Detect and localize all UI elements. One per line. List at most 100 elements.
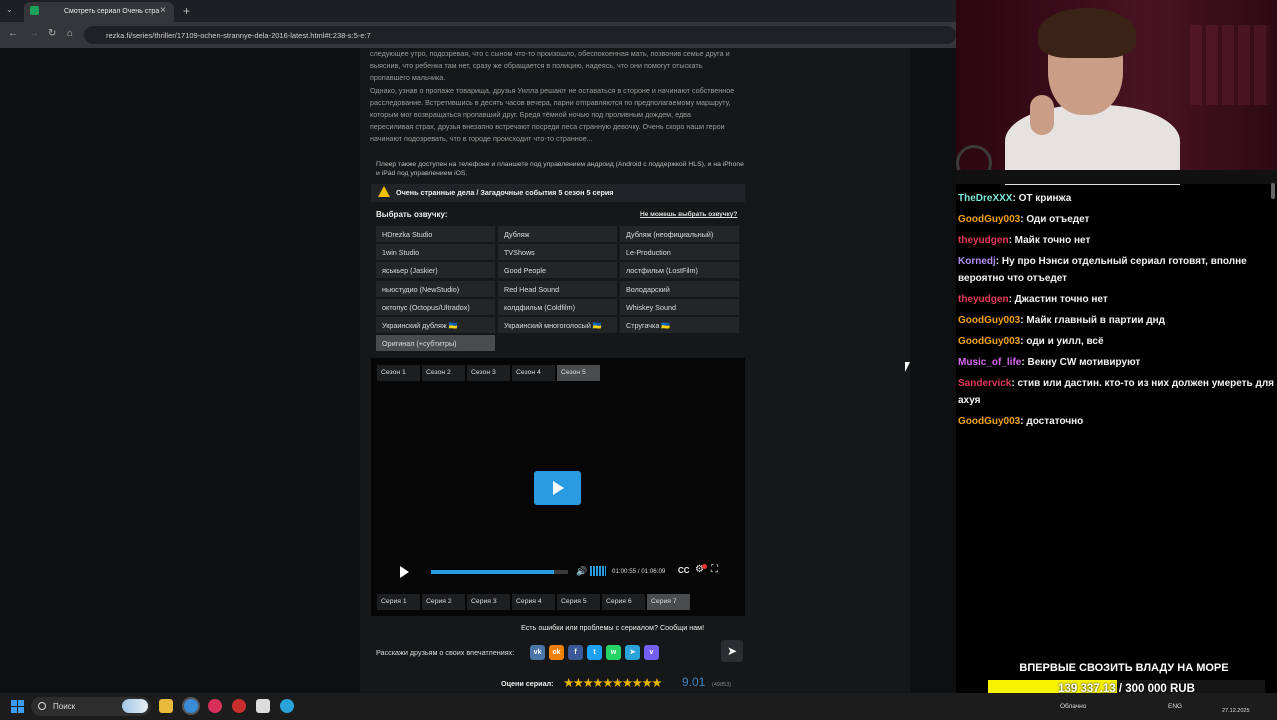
chat-text: : Майк точно нет	[1008, 235, 1091, 246]
chat-text: : оди и уилл, всё	[1020, 336, 1104, 347]
rating-count: (49853)	[712, 682, 731, 688]
dubbing-option[interactable]: колдфильм (Coldfilm)	[498, 298, 617, 315]
search-highlight-icon	[122, 699, 148, 713]
report-problem-link[interactable]: Есть ошибки или проблемы с сериалом? Соо…	[521, 623, 704, 632]
season-tab[interactable]: Сезон 4	[512, 365, 555, 381]
season-tab[interactable]: Сезон 2	[422, 365, 465, 381]
home-icon[interactable]: ⌂	[67, 28, 73, 39]
dubbing-option[interactable]: 1win Studio	[376, 244, 495, 261]
chat-message: GoodGuy003: оди и уилл, всё	[956, 333, 1277, 350]
dubbing-option[interactable]: Стругачка 🇺🇦	[620, 317, 739, 333]
chat-panel: TheDreXXX: ОТ кринжа GoodGuy003: Оди отъе…	[956, 190, 1277, 434]
reload-icon[interactable]: ↻	[48, 28, 56, 39]
telegram-taskbar-icon[interactable]	[280, 699, 294, 713]
fullscreen-icon[interactable]: ⛶	[711, 564, 718, 575]
viber-share-icon[interactable]: v	[644, 645, 659, 660]
description-paragraph: следующее утро, подозревая, что с сыном …	[370, 49, 730, 83]
webcam-shelf	[1190, 25, 1270, 105]
chat-text: : ОТ кринжа	[1012, 193, 1072, 204]
language-indicator[interactable]: ENG	[1168, 703, 1182, 710]
browser-taskbar-icon[interactable]	[184, 699, 198, 713]
taskbar-date: 27.12.2025	[1222, 708, 1250, 714]
subtitles-icon[interactable]: CC	[678, 566, 690, 575]
dubbing-option[interactable]: HDrezka Studio	[376, 226, 495, 242]
dubbing-option[interactable]: Оригинал (+субтитры)	[376, 335, 495, 352]
rating-stars[interactable]: ★★★★★★★★★★	[563, 675, 662, 690]
dubbing-help-link[interactable]: Не можешь выбрать озвучку?	[640, 211, 737, 218]
facebook-share-icon[interactable]: f	[568, 645, 583, 660]
chat-message: GoodGuy003: Майк главный в партии днд	[956, 312, 1277, 329]
browser-tab[interactable]: Смотреть сериал Очень стра	[24, 2, 174, 22]
chat-nick[interactable]: theyudgen	[958, 294, 1009, 305]
chat-nick[interactable]: theyudgen	[958, 235, 1009, 246]
dubbing-option[interactable]: TVShows	[498, 244, 617, 261]
dubbing-option[interactable]: Good People	[498, 262, 617, 279]
dubbing-option[interactable]: Whiskey Sound	[620, 298, 739, 315]
volume-slider[interactable]	[590, 566, 606, 576]
play-icon	[553, 481, 564, 495]
chat-message: TheDreXXX: ОТ кринжа	[956, 190, 1277, 207]
dubbing-option[interactable]: Володарский	[620, 280, 739, 297]
player-availability-note: Плеер также доступен на телефоне и планш…	[376, 161, 744, 177]
chat-text: : Оди отъедет	[1020, 214, 1090, 225]
chat-message: Sandervick: стив или дастин. кто-то из н…	[956, 375, 1277, 409]
chat-nick[interactable]: GoodGuy003	[958, 416, 1020, 427]
app-taskbar-icon[interactable]	[256, 699, 270, 713]
season-tab[interactable]: Сезон 3	[467, 365, 510, 381]
season-tab[interactable]: Сезон 1	[377, 365, 420, 381]
sheets-favicon-icon	[30, 6, 39, 15]
new-tab-icon[interactable]: +	[183, 4, 190, 18]
progress-fill	[431, 570, 555, 574]
episode-tab[interactable]: Серия 2	[422, 594, 465, 610]
warning-icon	[378, 186, 390, 197]
chat-nick[interactable]: GoodGuy003	[958, 336, 1020, 347]
chat-nick[interactable]: Sandervick	[958, 378, 1011, 389]
chat-nick[interactable]: GoodGuy003	[958, 214, 1020, 225]
app-taskbar-icon[interactable]	[232, 699, 246, 713]
dubbing-option[interactable]: Украинский дубляж 🇺🇦	[376, 317, 495, 333]
rating-label: Оцени сериал:	[501, 679, 554, 688]
chat-nick[interactable]: TheDreXXX	[958, 193, 1012, 204]
send-icon[interactable]: ➤	[721, 640, 743, 662]
app-taskbar-icon[interactable]	[208, 699, 222, 713]
back-icon[interactable]: ←	[8, 28, 18, 39]
dubbing-option[interactable]: Украинский многоголосый 🇺🇦	[498, 317, 617, 333]
forward-icon[interactable]: →	[29, 28, 39, 39]
chat-message: Kornedj: Ну про Нэнси отдельный сериал г…	[956, 253, 1277, 287]
play-pause-icon[interactable]	[400, 566, 409, 578]
tab-close-icon[interactable]: ×	[160, 5, 166, 16]
dubbing-option[interactable]: Red Head Sound	[498, 280, 617, 297]
speaker-icon[interactable]: 🔊	[576, 566, 587, 577]
dubbing-option[interactable]: ньюстудио (NewStudio)	[376, 280, 495, 297]
webcam-person-hair	[1038, 8, 1136, 58]
dubbing-option[interactable]: Дубляж (неофициальный)	[620, 226, 739, 242]
address-bar[interactable]: rezka.fi/series/thriller/17109-ochen-str…	[84, 26, 956, 44]
ok-share-icon[interactable]: ok	[549, 645, 564, 660]
file-explorer-icon[interactable]	[159, 699, 173, 713]
dubbing-option[interactable]: Le-Production	[620, 244, 739, 261]
episode-tab[interactable]: Серия 5	[557, 594, 600, 610]
chat-nick[interactable]: GoodGuy003	[958, 315, 1020, 326]
dubbing-option[interactable]: Дубляж	[498, 226, 617, 242]
dubbing-option[interactable]: лостфильм (LostFilm)	[620, 262, 739, 279]
episode-tab[interactable]: Серия 3	[467, 594, 510, 610]
dubbing-option[interactable]: октопус (Octopus/Ultradox)	[376, 298, 495, 315]
mouse-cursor-icon	[905, 362, 910, 372]
vk-share-icon[interactable]: vk	[530, 645, 545, 660]
windows-start-icon[interactable]	[11, 700, 24, 713]
telegram-share-icon[interactable]: ➤	[625, 645, 640, 660]
weather-label: Облачно	[1060, 703, 1087, 710]
episode-tab[interactable]: Серия 6	[602, 594, 645, 610]
whatsapp-share-icon[interactable]: w	[606, 645, 621, 660]
tab-menu-icon[interactable]: ⌄	[6, 5, 13, 14]
episode-tab[interactable]: Серия 1	[377, 594, 420, 610]
twitter-share-icon[interactable]: t	[587, 645, 602, 660]
episode-tab[interactable]: Серия 7	[647, 594, 690, 610]
chat-nick[interactable]: Music_of_life	[958, 357, 1021, 368]
time-display: 01:00:55 / 01:06:09	[612, 568, 666, 575]
episode-tab[interactable]: Серия 4	[512, 594, 555, 610]
chat-message: Music_of_life: Векну CW мотивируют	[956, 354, 1277, 371]
dubbing-option[interactable]: яськьер (Jaskier)	[376, 262, 495, 279]
chat-nick[interactable]: Kornedj	[958, 256, 996, 267]
season-tab[interactable]: Сезон 5	[557, 365, 600, 381]
